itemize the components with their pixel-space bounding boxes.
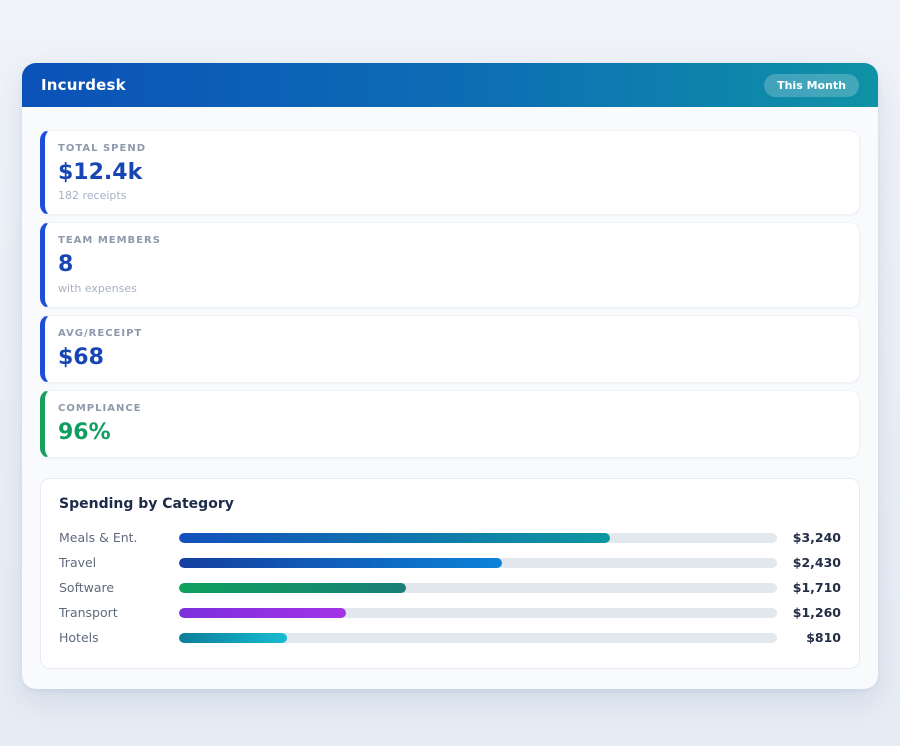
category-value: $810: [777, 630, 841, 645]
category-bar-fill: [179, 633, 287, 643]
stat-value: 8: [58, 252, 859, 277]
category-row-transport: Transport $1,260: [59, 600, 841, 625]
dashboard-content: TOTAL SPEND $12.4k 182 receipts TEAM MEM…: [22, 107, 878, 689]
category-value: $1,710: [777, 580, 841, 595]
stat-card-total-spend: TOTAL SPEND $12.4k 182 receipts: [40, 130, 860, 215]
stat-card-team-members: TEAM MEMBERS 8 with expenses: [40, 222, 860, 307]
category-value: $3,240: [777, 530, 841, 545]
app-header: Incurdesk This Month: [22, 63, 878, 107]
stat-caption: 182 receipts: [58, 189, 859, 202]
category-value: $2,430: [777, 555, 841, 570]
stat-label: AVG/RECEIPT: [58, 328, 859, 339]
spending-by-category-card: Spending by Category Meals & Ent. $3,240…: [40, 478, 860, 669]
category-bar-track: [179, 558, 777, 568]
category-label: Software: [59, 580, 179, 595]
category-bar-track: [179, 533, 777, 543]
stat-value: $12.4k: [58, 160, 859, 185]
stat-value: $68: [58, 345, 859, 370]
category-bar-track: [179, 583, 777, 593]
category-label: Hotels: [59, 630, 179, 645]
category-bar-fill: [179, 608, 346, 618]
category-value: $1,260: [777, 605, 841, 620]
stat-card-compliance: COMPLIANCE 96%: [40, 390, 860, 458]
category-bar-fill: [179, 533, 610, 543]
dashboard-card: Incurdesk This Month TOTAL SPEND $12.4k …: [22, 63, 878, 689]
category-row-software: Software $1,710: [59, 575, 841, 600]
spending-title: Spending by Category: [59, 496, 841, 512]
category-bar-fill: [179, 558, 502, 568]
category-row-travel: Travel $2,430: [59, 550, 841, 575]
stat-label: COMPLIANCE: [58, 403, 859, 414]
category-bar-track: [179, 608, 777, 618]
category-label: Meals & Ent.: [59, 530, 179, 545]
stat-label: TEAM MEMBERS: [58, 235, 859, 246]
category-bar-track: [179, 633, 777, 643]
category-label: Travel: [59, 555, 179, 570]
category-label: Transport: [59, 605, 179, 620]
stat-caption: with expenses: [58, 282, 859, 295]
category-row-meals: Meals & Ent. $3,240: [59, 525, 841, 550]
app-title: Incurdesk: [41, 76, 126, 94]
category-bar-fill: [179, 583, 406, 593]
stat-label: TOTAL SPEND: [58, 143, 859, 154]
category-row-hotels: Hotels $810: [59, 625, 841, 650]
period-badge[interactable]: This Month: [764, 74, 859, 97]
stat-card-avg-receipt: AVG/RECEIPT $68: [40, 315, 860, 383]
stat-value: 96%: [58, 420, 859, 445]
